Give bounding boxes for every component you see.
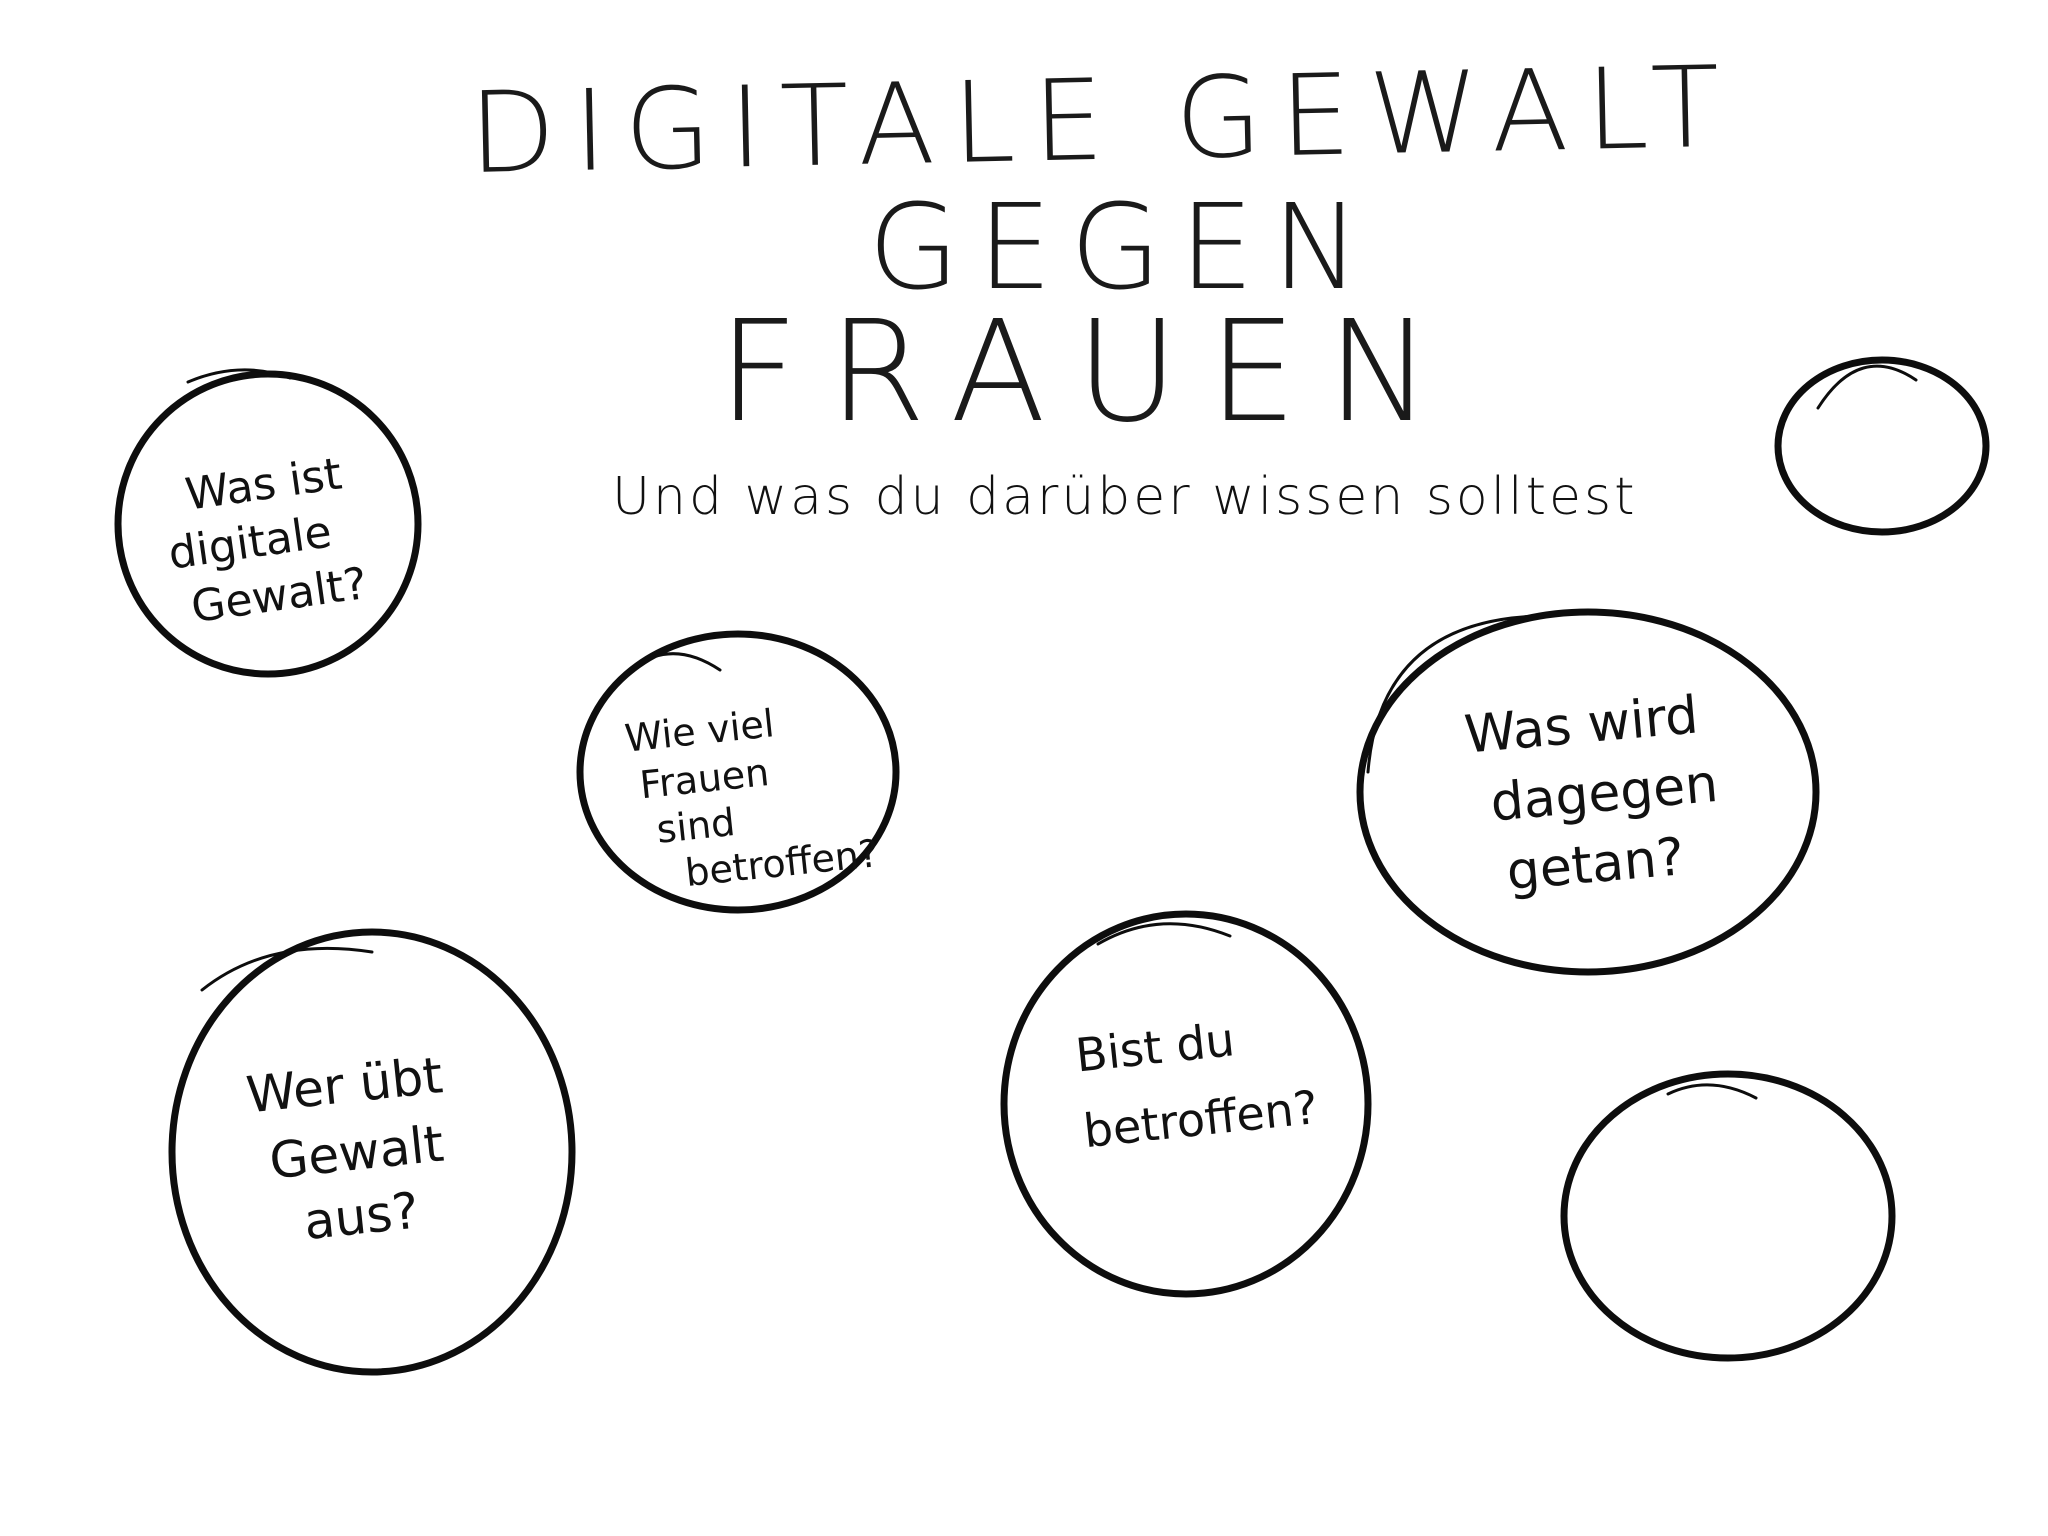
bubble-stroke-mark — [610, 652, 722, 690]
bubble-text: Was ist digitale Gewalt? — [158, 447, 375, 636]
bubble-who-commits-violence: Wer übt Gewalt aus? — [168, 928, 576, 1376]
bubble-what-is-digital-violence: Was ist digitale Gewalt? — [114, 368, 422, 678]
bubble-how-many-women-affected: Wie viel Frauen sind betroffen? — [576, 630, 900, 914]
title-line-1: DIGITALE GEWALT — [468, 42, 1739, 199]
bubble-stroke-mark — [1666, 1083, 1758, 1100]
bubble-text: Bist du betroffen? — [1073, 1004, 1320, 1158]
bubble-empty-top-right — [1774, 356, 1990, 536]
bubble-text: Wer übt Gewalt aus? — [244, 1045, 475, 1256]
bubble-are-you-affected: Bist du betroffen? — [1000, 910, 1372, 1298]
bubble-empty-bottom-right — [1560, 1070, 1896, 1362]
title-block: DIGITALE GEWALT GEGEN FRAUEN Und was du … — [468, 42, 1739, 527]
bubble-text: Was wird dagegen getan? — [1462, 683, 1743, 905]
bubble-text: Wie viel Frauen sind betroffen? — [623, 692, 881, 900]
bubble-what-is-being-done: Was wird dagegen getan? — [1356, 608, 1820, 976]
title-line-3: FRAUEN — [718, 291, 1462, 454]
subtitle: Und was du darüber wissen solltest — [612, 467, 1637, 527]
bubble-outline — [1774, 356, 1990, 536]
bubble-outline — [1560, 1070, 1896, 1362]
sketch-svg: DIGITALE GEWALT GEGEN FRAUEN Und was du … — [114, 42, 1990, 1376]
drawing-canvas: DIGITALE GEWALT GEGEN FRAUEN Und was du … — [0, 0, 2048, 1536]
